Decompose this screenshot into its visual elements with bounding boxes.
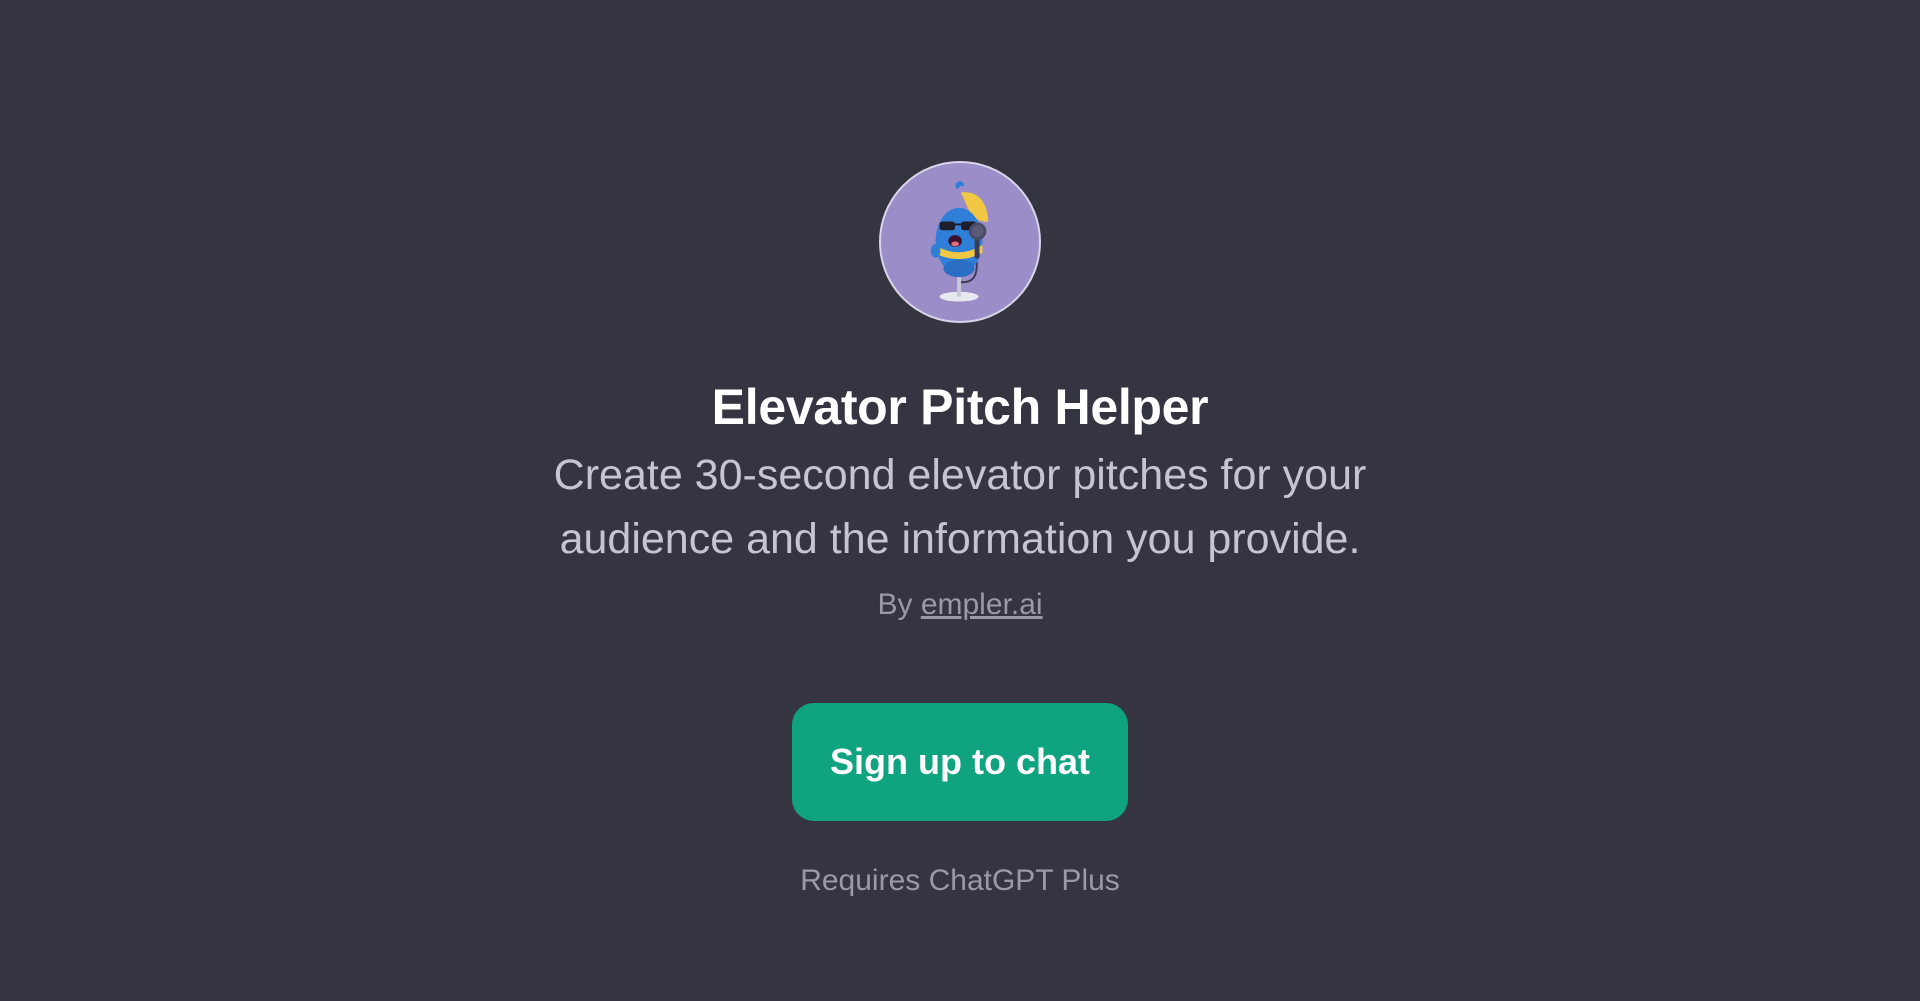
gpt-description: Create 30-second elevator pitches for yo… xyxy=(553,451,1367,563)
gpt-title: Elevator Pitch Helper xyxy=(711,379,1209,435)
requires-plus-note: Requires ChatGPT Plus xyxy=(800,864,1120,897)
gpt-landing-page: Elevator Pitch Helper Create 30-second e… xyxy=(0,0,1920,1001)
author-prefix: By xyxy=(877,588,913,621)
author-link[interactable]: empler.ai xyxy=(921,588,1043,621)
gpt-author: By empler.ai xyxy=(877,585,1042,625)
gpt-avatar xyxy=(879,161,1041,323)
sign-up-to-chat-button[interactable]: Sign up to chat xyxy=(792,703,1128,821)
singing-mascot-icon xyxy=(930,180,989,302)
